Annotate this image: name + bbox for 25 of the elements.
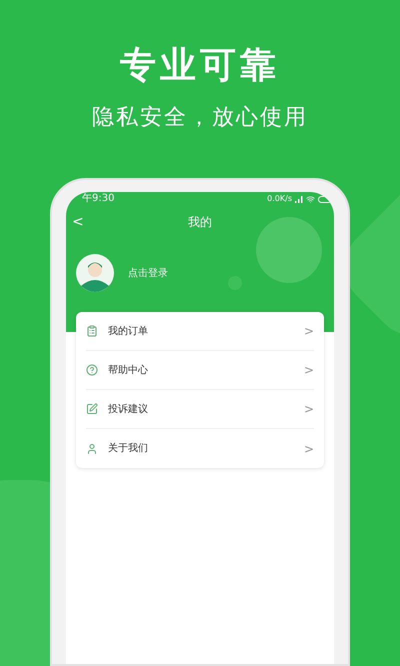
battery-icon: [318, 196, 332, 202]
avatar-icon[interactable]: [76, 254, 114, 292]
status-time: 午9:30: [81, 193, 114, 205]
chevron-icon: >: [304, 400, 314, 418]
clipboard-icon: [86, 325, 98, 337]
menu-label: 我的订单: [108, 324, 149, 338]
menu-item[interactable]: 投诉建议 >: [86, 390, 314, 429]
menu-label: 投诉建议: [108, 402, 149, 416]
menu-item[interactable]: 帮助中心 >: [86, 351, 314, 390]
subheadline: 隐私安全，放心使用: [92, 104, 308, 132]
page-title: 我的: [187, 214, 213, 231]
headline: 专业可靠: [120, 44, 280, 88]
menu-item[interactable]: 我的订单 >: [86, 312, 314, 351]
edit-icon: [86, 403, 98, 415]
chevron-icon: >: [304, 440, 314, 458]
wifi-icon: [306, 194, 315, 204]
question-icon: [86, 364, 98, 376]
menu-label: 帮助中心: [108, 364, 149, 378]
signal-icon: [295, 196, 303, 202]
person-icon: [86, 442, 98, 454]
chevron-icon: >: [304, 361, 314, 379]
menu-label: 关于我们: [108, 442, 149, 456]
chevron-icon: >: [304, 322, 314, 340]
network-speed: 0.0K/s: [267, 193, 292, 205]
menu-item[interactable]: 关于我们 >: [86, 429, 314, 468]
